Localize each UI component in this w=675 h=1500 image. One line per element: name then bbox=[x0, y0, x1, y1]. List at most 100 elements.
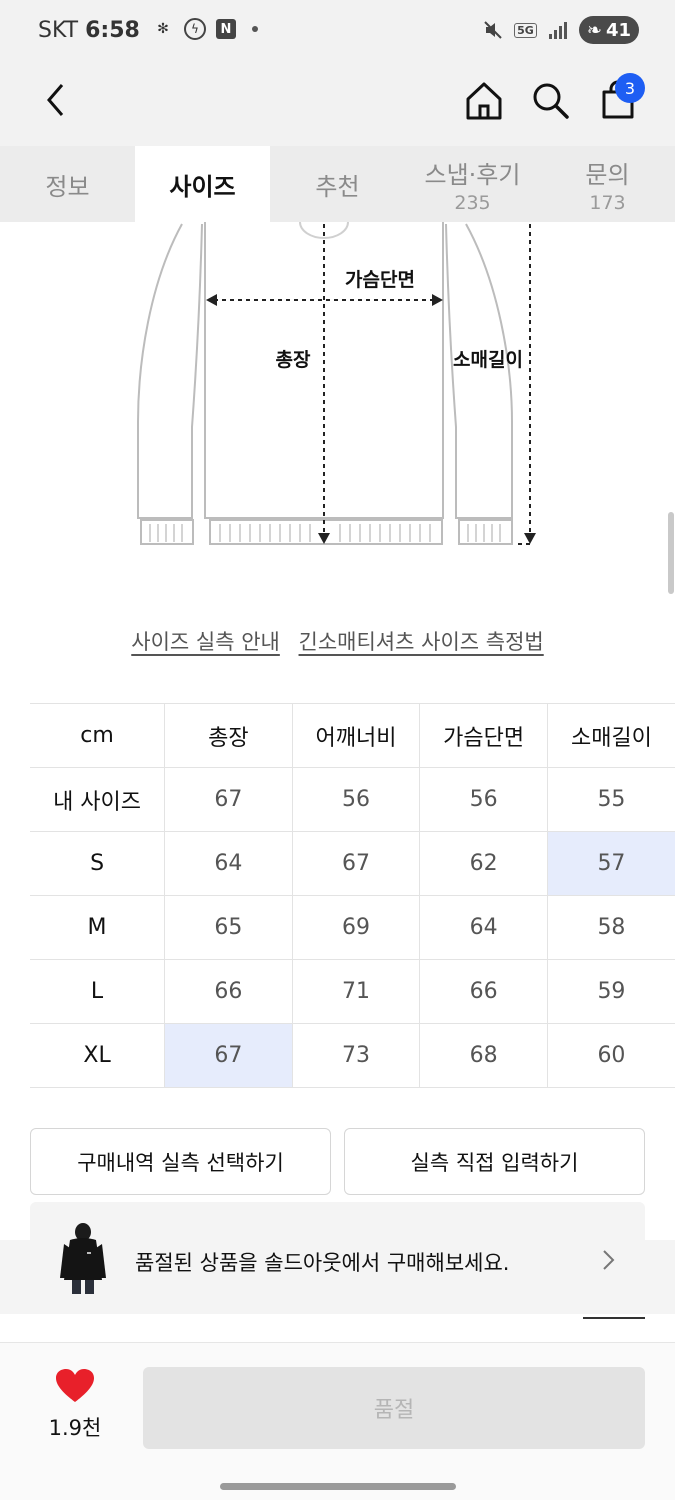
length-label: 총장 bbox=[276, 349, 311, 371]
soldout-button[interactable]: 품절 bbox=[143, 1367, 645, 1449]
search-icon bbox=[533, 83, 569, 119]
home-icon bbox=[466, 82, 502, 120]
network-type: 5G bbox=[514, 22, 537, 38]
direct-measure-input-button[interactable]: 실측 직접 입력하기 bbox=[344, 1128, 645, 1195]
table-header-cell: 어깨너비 bbox=[291, 703, 420, 768]
table-cell: 55 bbox=[546, 767, 675, 832]
status-bar: SKT 6:58 ✻ ϟ N 5G ❧ 41 bbox=[0, 0, 675, 60]
table-cell: 56 bbox=[419, 767, 548, 832]
table-header-cell: 가슴단면 bbox=[419, 703, 548, 768]
tab-label: 추천 bbox=[315, 172, 360, 201]
size-diagram: 가슴단면 총장 소매길이 bbox=[0, 221, 675, 562]
table-cell: 67 bbox=[164, 767, 293, 832]
product-tabs: 정보 사이즈 추천 스냅·후기 235 문의 173 bbox=[0, 146, 675, 222]
tab-label: 사이즈 bbox=[169, 172, 236, 201]
home-button[interactable] bbox=[460, 76, 508, 124]
table-cell: 66 bbox=[419, 959, 548, 1024]
like-button[interactable]: 1.9천 bbox=[40, 1368, 110, 1442]
table-cell: 64 bbox=[164, 831, 293, 896]
table-cell: 69 bbox=[291, 895, 420, 960]
status-carrier: SKT 6:58 bbox=[38, 18, 140, 43]
tab-inquiry[interactable]: 문의 173 bbox=[540, 146, 675, 222]
table-row[interactable]: S 64 67 62 57 bbox=[30, 831, 675, 896]
app-header bbox=[0, 60, 675, 146]
measurement-actions: 구매내역 실측 선택하기 실측 직접 입력하기 bbox=[30, 1128, 645, 1195]
table-cell: 67 bbox=[291, 831, 420, 896]
table-cell: 62 bbox=[419, 831, 548, 896]
tab-label: 정보 bbox=[45, 172, 90, 201]
size-label-cell: M bbox=[30, 895, 165, 960]
table-cell: 59 bbox=[546, 959, 675, 1024]
measure-method-link[interactable]: 긴소매티셔츠 사이즈 측정법 bbox=[299, 630, 544, 654]
table-header-cell: 총장 bbox=[164, 703, 293, 768]
search-button[interactable] bbox=[526, 76, 574, 124]
cart-count-badge: 3 bbox=[615, 73, 645, 103]
right-sleeve-outline bbox=[445, 223, 513, 519]
mute-icon bbox=[482, 19, 504, 41]
length-arrow-down-icon bbox=[318, 533, 330, 544]
table-cell: 68 bbox=[419, 1023, 548, 1088]
table-cell: 60 bbox=[546, 1023, 675, 1088]
purchase-history-measure-button[interactable]: 구매내역 실측 선택하기 bbox=[30, 1128, 331, 1195]
tab-recommend[interactable]: 추천 bbox=[270, 146, 405, 222]
size-table: cm 총장 어깨너비 가슴단면 소매길이 내 사이즈 67 56 56 55 S… bbox=[30, 703, 675, 1088]
tab-count: 235 bbox=[454, 191, 491, 214]
size-guide-link[interactable]: 사이즈 실측 안내 bbox=[131, 630, 280, 654]
chevron-right-icon bbox=[596, 1246, 620, 1274]
table-cell: 64 bbox=[419, 895, 548, 960]
carrier-label: SKT bbox=[38, 18, 79, 43]
status-time: 6:58 bbox=[85, 18, 140, 43]
size-guide-links: 사이즈 실측 안내 긴소매티셔츠 사이즈 측정법 bbox=[0, 626, 675, 656]
table-header-row: cm 총장 어깨너비 가슴단면 소매길이 bbox=[30, 703, 675, 768]
table-cell: 71 bbox=[291, 959, 420, 1024]
sleeve-arrow-down-icon bbox=[524, 533, 536, 544]
product-thumbnail bbox=[58, 1222, 108, 1298]
table-cell: 65 bbox=[164, 895, 293, 960]
chest-arrow-left-icon bbox=[206, 294, 217, 306]
tab-snap-review[interactable]: 스냅·후기 235 bbox=[405, 146, 540, 222]
bolt-icon: ϟ bbox=[184, 18, 206, 40]
size-label-cell: L bbox=[30, 959, 165, 1024]
tab-count: 173 bbox=[589, 191, 626, 214]
partially-hidden-divider bbox=[583, 1317, 645, 1319]
partially-hidden-card bbox=[30, 1202, 645, 1242]
tab-label: 문의 bbox=[585, 160, 630, 189]
tab-info[interactable]: 정보 bbox=[0, 146, 135, 222]
table-header-cell: cm bbox=[30, 703, 165, 768]
table-row[interactable]: XL 67 73 68 60 bbox=[30, 1023, 675, 1088]
hem-band bbox=[209, 519, 443, 545]
tab-size[interactable]: 사이즈 bbox=[135, 146, 270, 222]
right-cuff bbox=[458, 519, 513, 545]
table-cell: 66 bbox=[164, 959, 293, 1024]
heart-icon bbox=[56, 1369, 94, 1402]
table-cell-highlighted: 67 bbox=[164, 1023, 293, 1088]
battery-leaf-icon: ❧ bbox=[586, 19, 602, 41]
tab-label: 스냅·후기 bbox=[424, 160, 521, 189]
home-indicator[interactable] bbox=[220, 1483, 456, 1490]
sleeve-label: 소매길이 bbox=[453, 349, 523, 371]
table-cell: 56 bbox=[291, 767, 420, 832]
table-cell-highlighted: 57 bbox=[546, 831, 675, 896]
back-button[interactable] bbox=[36, 78, 76, 122]
chevron-left-icon bbox=[47, 84, 64, 116]
table-row[interactable]: L 66 71 66 59 bbox=[30, 959, 675, 1024]
scrollbar-thumb[interactable] bbox=[668, 512, 674, 594]
banner-text: 품절된 상품을 솔드아웃에서 구매해보세요. bbox=[135, 1251, 510, 1275]
size-label-cell: 내 사이즈 bbox=[30, 767, 165, 832]
signal-icon bbox=[547, 19, 569, 41]
chest-arrow-right-icon bbox=[432, 294, 443, 306]
table-header-cell: 소매길이 bbox=[546, 703, 675, 768]
table-row[interactable]: 내 사이즈 67 56 56 55 bbox=[30, 767, 675, 832]
like-count: 1.9천 bbox=[48, 1416, 102, 1440]
table-cell: 58 bbox=[546, 895, 675, 960]
size-label-cell: XL bbox=[30, 1023, 165, 1088]
size-label-cell: S bbox=[30, 831, 165, 896]
battery-level: 41 bbox=[605, 19, 631, 41]
table-row[interactable]: M 65 69 64 58 bbox=[30, 895, 675, 960]
fan-icon: ✻ bbox=[157, 21, 169, 37]
battery-indicator: ❧ 41 bbox=[578, 16, 639, 44]
table-cell: 73 bbox=[291, 1023, 420, 1088]
notification-dot-icon bbox=[252, 26, 258, 32]
naver-icon: N bbox=[216, 19, 236, 39]
chest-label: 가슴단면 bbox=[345, 269, 415, 291]
